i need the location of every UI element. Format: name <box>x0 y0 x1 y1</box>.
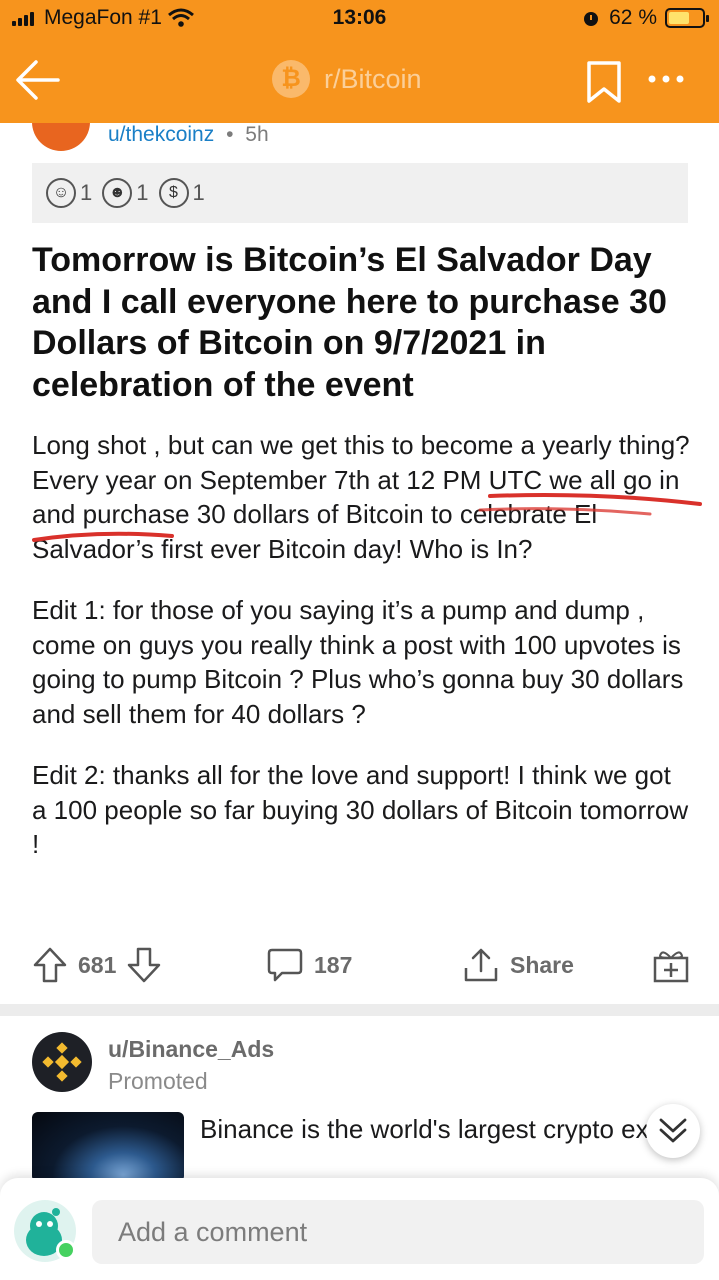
post-meta: u/thekcoinz • 5h <box>108 123 269 147</box>
collapse-button[interactable] <box>646 1104 700 1158</box>
award-count: 1 <box>80 180 93 205</box>
share-button[interactable]: Share <box>462 946 574 984</box>
award-item: ☺ 1 <box>46 178 92 208</box>
award-icon: ☺ <box>46 178 76 208</box>
bookmark-icon <box>587 61 621 103</box>
gift-icon <box>653 951 689 983</box>
awards-bar[interactable]: ☺ 1 ☻ 1 $ 1 <box>32 163 688 223</box>
bitcoin-logo-icon: ₿ <box>272 60 310 98</box>
author-link[interactable]: u/thekcoinz <box>108 123 214 146</box>
meta-separator: • <box>226 123 234 146</box>
body-paragraph: Edit 2: thanks all for the love and supp… <box>32 760 689 859</box>
body-paragraph: Long shot , but can we get this to becom… <box>32 430 690 564</box>
section-divider <box>0 1004 719 1016</box>
post-actions: 681 187 Share <box>0 940 719 994</box>
post-header: u/thekcoinz • 5h <box>0 123 719 163</box>
comment-count: 187 <box>314 951 353 978</box>
subreddit-name: r/Bitcoin <box>324 63 422 94</box>
downvote-icon[interactable] <box>126 946 162 984</box>
nav-bar: ₿ r/Bitcoin <box>0 50 719 114</box>
battery-level <box>669 12 689 24</box>
body-paragraph: Edit 1: for those of you saying it’s a p… <box>32 595 684 729</box>
share-label: Share <box>510 951 574 978</box>
vote-score: 681 <box>78 951 117 978</box>
award-button[interactable] <box>652 946 690 984</box>
promo-text[interactable]: Binance is the world's largest crypto ex… <box>200 1112 650 1180</box>
comment-icon <box>267 948 303 982</box>
binance-logo-icon[interactable] <box>32 1032 92 1092</box>
post-body: Long shot , but can we get this to becom… <box>32 428 692 889</box>
vote-group: 681 <box>32 946 162 984</box>
back-arrow-icon <box>16 60 60 100</box>
more-button[interactable] <box>644 64 688 94</box>
promoted-label: Promoted <box>108 1068 208 1094</box>
award-count: 1 <box>136 180 149 205</box>
battery-icon <box>665 8 709 28</box>
double-chevron-down-icon <box>659 1118 687 1143</box>
author-avatar[interactable] <box>32 123 90 151</box>
promoted-author[interactable]: u/Binance_Ads <box>108 1036 274 1063</box>
share-icon <box>464 948 498 982</box>
upvote-icon[interactable] <box>32 946 68 984</box>
subreddit-title[interactable]: ₿ r/Bitcoin <box>272 60 422 98</box>
alarm-icon <box>584 12 599 26</box>
post-title: Tomorrow is Bitcoin’s El Salvador Day an… <box>32 241 667 404</box>
award-item: $ 1 <box>158 178 205 208</box>
status-bar: MegaFon #1 13:06 62 % <box>0 6 719 36</box>
top-bar: MegaFon #1 13:06 62 % ₿ r/Bitcoin <box>0 0 719 123</box>
award-icon: ☻ <box>102 178 133 208</box>
comment-input[interactable] <box>92 1200 704 1264</box>
online-status-dot <box>56 1240 76 1260</box>
comments-button[interactable]: 187 <box>266 946 352 984</box>
bookmark-button[interactable] <box>586 60 622 104</box>
post-age: 5h <box>245 123 269 146</box>
battery-percent: 62 % <box>609 6 657 29</box>
comment-bar <box>0 1178 719 1280</box>
award-count: 1 <box>192 180 205 205</box>
binance-diamond-icon <box>42 1042 82 1082</box>
back-button[interactable] <box>14 56 62 104</box>
award-item: ☻ 1 <box>102 178 149 208</box>
award-icon: $ <box>158 178 189 208</box>
promo-thumbnail[interactable] <box>32 1112 184 1182</box>
more-icon <box>648 75 684 83</box>
